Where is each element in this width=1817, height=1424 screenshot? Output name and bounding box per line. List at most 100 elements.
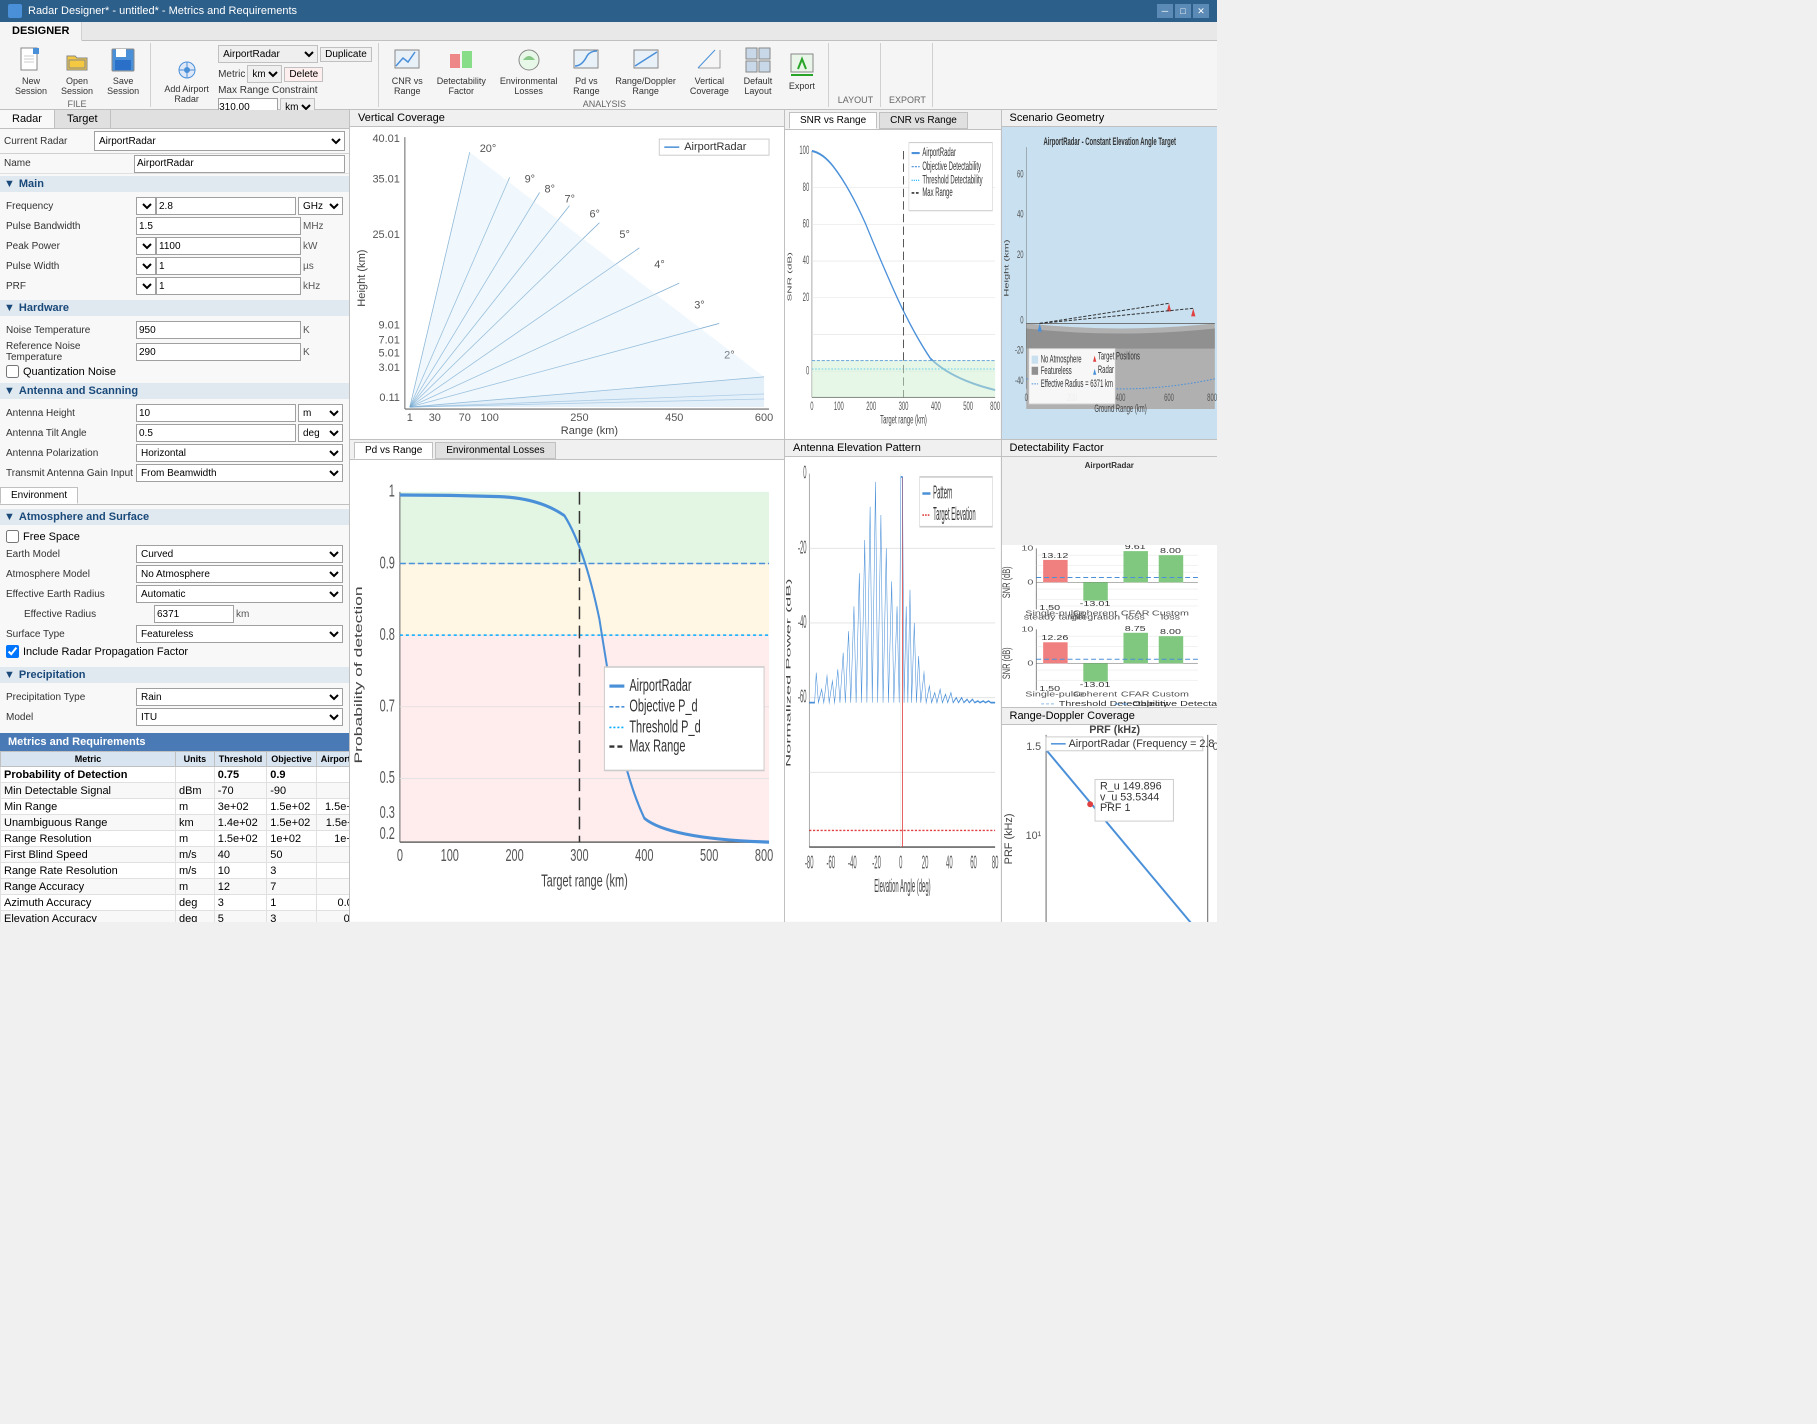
main-section: Frequency GHz Pulse Bandwidth MHz Peak P… bbox=[0, 194, 349, 298]
peak-power-type[interactable] bbox=[136, 237, 156, 255]
top-charts-row: Vertical Coverage 40.01 35.01 25.01 9.01… bbox=[350, 110, 1217, 440]
export-button[interactable]: Export bbox=[782, 45, 822, 97]
tx-gain-select[interactable]: From Beamwidth bbox=[136, 464, 343, 482]
metric-objective: -90 bbox=[267, 783, 317, 799]
svg-text:9°: 9° bbox=[525, 173, 535, 185]
radar-tab[interactable]: Radar bbox=[0, 110, 55, 128]
atm-model-select[interactable]: No Atmosphere bbox=[136, 565, 343, 583]
svg-text:AirportRadar: AirportRadar bbox=[922, 146, 956, 159]
surface-type-select[interactable]: Featureless bbox=[136, 625, 343, 643]
polarization-select[interactable]: Horizontal bbox=[136, 444, 343, 462]
prf-input[interactable] bbox=[156, 277, 301, 295]
export-label: Export bbox=[789, 81, 815, 91]
eff-radius-input[interactable] bbox=[154, 605, 234, 623]
minimize-btn[interactable]: ─ bbox=[1157, 4, 1173, 18]
frequency-unit-select[interactable]: GHz bbox=[298, 197, 343, 215]
prf-type[interactable] bbox=[136, 277, 156, 295]
name-input[interactable] bbox=[134, 155, 345, 173]
detect-factor-button[interactable]: DetectabilityFactor bbox=[432, 45, 491, 97]
save-session-button[interactable]: SaveSession bbox=[102, 45, 144, 97]
metric-units: m bbox=[175, 799, 214, 815]
current-radar-select[interactable]: AirportRadar bbox=[94, 131, 345, 151]
pd-chart-tabs: Pd vs Range Environmental Losses bbox=[350, 440, 784, 460]
duplicate-button[interactable]: Duplicate bbox=[320, 47, 372, 62]
tilt-input[interactable] bbox=[136, 424, 296, 442]
add-airport-radar-button[interactable]: Add AirportRadar bbox=[159, 62, 214, 100]
close-btn[interactable]: ✕ bbox=[1193, 4, 1209, 18]
vert-cov-title: Vertical Coverage bbox=[350, 110, 784, 127]
env-losses-tab[interactable]: Environmental Losses bbox=[435, 442, 555, 459]
pulse-width-type[interactable] bbox=[136, 257, 156, 275]
ref-noise-input[interactable] bbox=[136, 343, 301, 361]
atm-section-header[interactable]: ▼ Atmosphere and Surface bbox=[0, 509, 349, 525]
open-session-button[interactable]: OpenSession bbox=[56, 45, 98, 97]
svg-text:100: 100 bbox=[441, 847, 459, 866]
precip-section-header[interactable]: ▼ Precipitation bbox=[0, 667, 349, 683]
metric-objective: 7 bbox=[267, 879, 317, 895]
ribbon-tab-designer[interactable]: DESIGNER bbox=[0, 22, 82, 41]
metric-value: 1e+02 ✓ bbox=[316, 831, 349, 847]
frequency-type-select[interactable] bbox=[136, 197, 156, 215]
eff-earth-select[interactable]: Automatic bbox=[136, 585, 343, 603]
panel-tabs: Radar Target bbox=[0, 110, 349, 129]
main-section-header[interactable]: ▼ Main bbox=[0, 176, 349, 192]
frequency-input[interactable] bbox=[156, 197, 296, 215]
metric-objective: 50 bbox=[267, 847, 317, 863]
metrics-tab-container: Metrics and Requirements Metric Units Th… bbox=[0, 733, 349, 922]
antenna-area: 0 -20 -40 -60 -80 -60 -40 -20 0 20 40 60… bbox=[785, 457, 1001, 922]
ant-height-unit[interactable]: m bbox=[298, 404, 343, 422]
metric-name: Min Detectable Signal bbox=[1, 783, 176, 799]
new-session-button[interactable]: NewSession bbox=[10, 45, 52, 97]
ant-height-input[interactable] bbox=[136, 404, 296, 422]
snr-range-tab[interactable]: SNR vs Range bbox=[789, 112, 877, 129]
free-space-check[interactable] bbox=[6, 530, 19, 543]
pd-range-tab2[interactable]: Pd vs Range bbox=[354, 442, 433, 459]
svg-text:100: 100 bbox=[481, 412, 499, 424]
antenna-pattern-title: Antenna Elevation Pattern bbox=[785, 440, 1001, 457]
svg-text:Custom: Custom bbox=[1151, 690, 1188, 698]
metrics-requirements-tab[interactable]: Metrics and Requirements bbox=[0, 733, 349, 751]
antenna-section-header[interactable]: ▼ Antenna and Scanning bbox=[0, 383, 349, 399]
metric-objective: 0.9 bbox=[267, 767, 317, 783]
precip-type-select[interactable]: Rain bbox=[136, 688, 343, 706]
ref-noise-unit: K bbox=[303, 347, 343, 358]
hardware-section-header[interactable]: ▼ Hardware bbox=[0, 300, 349, 316]
tilt-unit[interactable]: deg bbox=[298, 424, 343, 442]
file-group-label: FILE bbox=[10, 97, 144, 109]
default-layout-button[interactable]: DefaultLayout bbox=[738, 45, 778, 97]
noise-temp-input[interactable] bbox=[136, 321, 301, 339]
radar-prop-check[interactable] bbox=[6, 645, 19, 658]
cnr-range-tab[interactable]: CNR vs Range bbox=[879, 112, 968, 129]
metric-name: Unambiguous Range bbox=[1, 815, 176, 831]
airport-radar-select[interactable]: AirportRadar bbox=[218, 45, 318, 63]
vertical-cov-button[interactable]: VerticalCoverage bbox=[685, 45, 734, 97]
svg-text:0: 0 bbox=[1027, 578, 1033, 586]
environment-tab[interactable]: Environment bbox=[0, 487, 78, 504]
pd-range-button[interactable]: Pd vsRange bbox=[566, 45, 606, 97]
range-doppler-button[interactable]: Range/DopplerRange bbox=[610, 45, 681, 97]
svg-text:3°: 3° bbox=[694, 299, 704, 311]
env-losses-button[interactable]: EnvironmentalLosses bbox=[495, 45, 563, 97]
pulse-bw-input[interactable] bbox=[136, 217, 301, 235]
metric-objective: 3 bbox=[267, 911, 317, 923]
target-tab[interactable]: Target bbox=[55, 110, 111, 128]
maximize-btn[interactable]: □ bbox=[1175, 4, 1191, 18]
metric-threshold: 10 bbox=[214, 863, 267, 879]
metric-select[interactable]: km bbox=[247, 65, 282, 83]
earth-model-select[interactable]: Curved bbox=[136, 545, 343, 563]
svg-text:Threshold P_d: Threshold P_d bbox=[629, 718, 700, 737]
atm-model-label: Atmosphere Model bbox=[6, 569, 136, 580]
ant-section-label: Antenna and Scanning bbox=[19, 385, 138, 397]
svg-text:12.26: 12.26 bbox=[1041, 634, 1068, 642]
quant-noise-check[interactable] bbox=[6, 365, 19, 378]
noise-temp-label: Noise Temperature bbox=[6, 325, 136, 336]
metric-name: First Blind Speed bbox=[1, 847, 176, 863]
pulse-width-input[interactable] bbox=[156, 257, 301, 275]
delete-button[interactable]: Delete bbox=[284, 67, 323, 82]
svg-text:-40: -40 bbox=[1014, 374, 1023, 386]
precipitation-section: Precipitation Type Rain Model ITU bbox=[0, 685, 349, 729]
peak-power-input[interactable] bbox=[156, 237, 301, 255]
cnr-range-button[interactable]: CNR vsRange bbox=[387, 45, 428, 97]
svg-text:Target range (km): Target range (km) bbox=[541, 873, 628, 892]
precip-model-select[interactable]: ITU bbox=[136, 708, 343, 726]
